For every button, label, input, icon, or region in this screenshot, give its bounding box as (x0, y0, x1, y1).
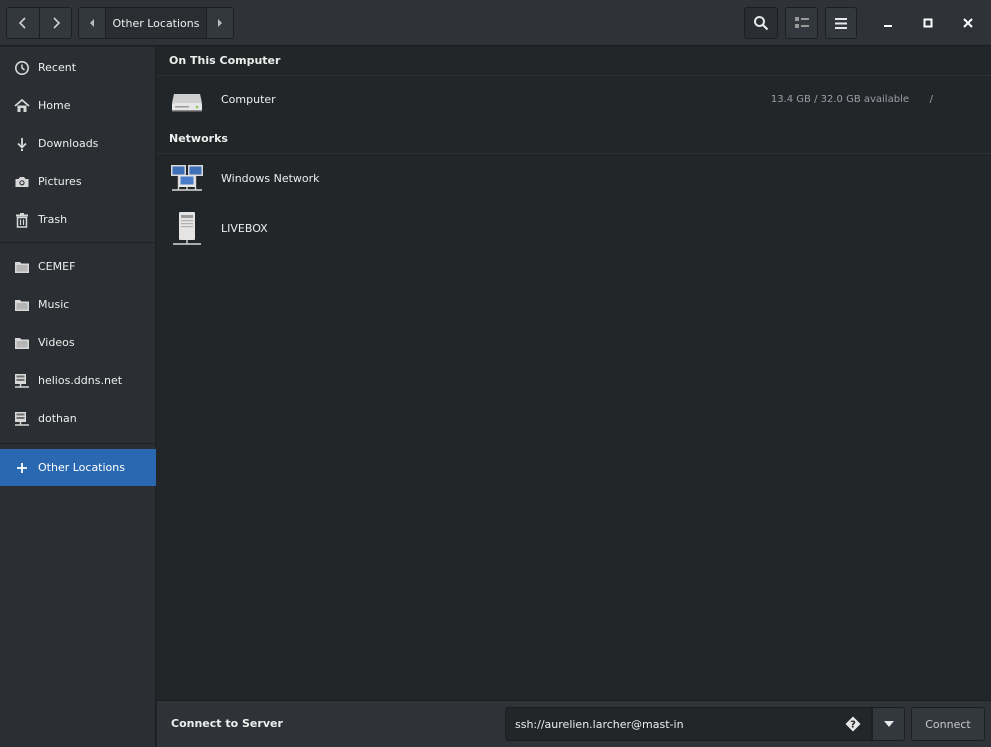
location-mount-point: / (929, 93, 933, 105)
sidebar-item-helios[interactable]: helios.ddns.net (0, 362, 156, 399)
network-workgroup-icon (171, 165, 203, 191)
section-title-on-this-computer: On This Computer (169, 54, 281, 67)
plus-icon (14, 460, 30, 476)
connect-to-server-bar: Connect to Server ? Connect (157, 700, 991, 747)
sidebar-separator (0, 443, 156, 444)
search-button[interactable] (744, 7, 778, 39)
location-free-space: 13.4 GB / 32.0 GB available (770, 93, 909, 105)
sidebar: Recent Home Downloads Pictures Trash CEM… (0, 47, 156, 747)
chevron-right-icon (52, 17, 60, 29)
network-server-icon (14, 373, 30, 389)
home-icon (14, 98, 30, 114)
close-button[interactable] (952, 7, 984, 39)
location-row-computer[interactable]: Computer 13.4 GB / 32.0 GB available / (157, 75, 991, 123)
sidebar-item-label: CEMEF (38, 260, 76, 273)
path-bar: Other Locations (78, 7, 234, 39)
caret-down-icon (883, 721, 894, 727)
hard-drive-icon (172, 94, 202, 112)
close-icon (963, 18, 973, 28)
connect-to-server-label: Connect to Server (171, 717, 283, 730)
forward-button[interactable] (39, 8, 71, 38)
connect-button[interactable]: Connect (911, 707, 985, 741)
sidebar-item-music[interactable]: Music (0, 286, 156, 323)
location-row-livebox[interactable]: LIVEBOX (157, 204, 991, 252)
view-toggle-button[interactable] (785, 7, 818, 39)
location-label: Windows Network (221, 171, 320, 185)
path-scroll-left-button[interactable] (79, 8, 105, 38)
sidebar-separator (0, 242, 156, 243)
sidebar-item-label: Home (38, 99, 71, 112)
back-button[interactable] (7, 8, 39, 38)
sidebar-item-label: Videos (38, 336, 75, 349)
clock-icon (14, 60, 30, 76)
sidebar-item-label: Pictures (38, 175, 82, 188)
sidebar-item-label: Music (38, 298, 70, 311)
sidebar-item-downloads[interactable]: Downloads (0, 125, 156, 162)
triangle-right-icon (218, 19, 222, 27)
hamburger-menu-icon (835, 17, 847, 29)
trash-icon (14, 212, 30, 228)
sidebar-item-home[interactable]: Home (0, 87, 156, 124)
camera-icon (14, 174, 30, 190)
maximize-button[interactable] (912, 7, 944, 39)
chevron-left-icon (18, 17, 26, 29)
maximize-icon (923, 18, 933, 28)
sidebar-item-label: helios.ddns.net (38, 374, 123, 387)
other-locations-view: On This Computer Computer 13.4 GB / 32.0… (157, 47, 991, 700)
sidebar-item-label: Other Locations (38, 461, 125, 474)
folder-icon (14, 259, 30, 275)
search-icon (754, 16, 769, 31)
sidebar-item-label: Trash (38, 213, 68, 226)
sidebar-item-label: Downloads (38, 137, 99, 150)
sidebar-item-label: dothan (38, 412, 77, 425)
sidebar-item-videos[interactable]: Videos (0, 324, 156, 361)
location-label: LIVEBOX (221, 221, 268, 235)
triangle-left-icon (90, 19, 94, 27)
path-crumb-other-locations[interactable]: Other Locations (105, 8, 207, 38)
location-label: Computer (221, 92, 276, 106)
list-view-icon (794, 17, 809, 28)
section-title-networks: Networks (169, 132, 228, 145)
sidebar-item-pictures[interactable]: Pictures (0, 163, 156, 200)
server-icon (173, 212, 201, 245)
recent-servers-dropdown-button[interactable] (872, 707, 905, 741)
sidebar-item-label: Recent (38, 61, 77, 74)
server-address-input[interactable] (505, 707, 872, 741)
minimize-icon (884, 25, 892, 27)
path-scroll-right-button[interactable] (207, 8, 233, 38)
folder-icon (14, 297, 30, 313)
minimize-button[interactable] (872, 7, 904, 39)
nav-buttons (6, 7, 72, 39)
sidebar-item-recent[interactable]: Recent (0, 49, 156, 86)
menu-button[interactable] (825, 7, 857, 39)
network-server-icon (14, 411, 30, 427)
header-bar: Other Locations (0, 0, 991, 46)
sidebar-item-cemef[interactable]: CEMEF (0, 248, 156, 285)
sidebar-item-other-locations[interactable]: Other Locations (0, 449, 156, 486)
question-icon[interactable]: ? (845, 716, 861, 732)
sidebar-item-dothan[interactable]: dothan (0, 400, 156, 437)
location-row-windows-network[interactable]: Windows Network (157, 154, 991, 202)
sidebar-item-trash[interactable]: Trash (0, 201, 156, 238)
svg-text:?: ? (850, 720, 856, 731)
download-icon (14, 136, 30, 152)
folder-icon (14, 335, 30, 351)
